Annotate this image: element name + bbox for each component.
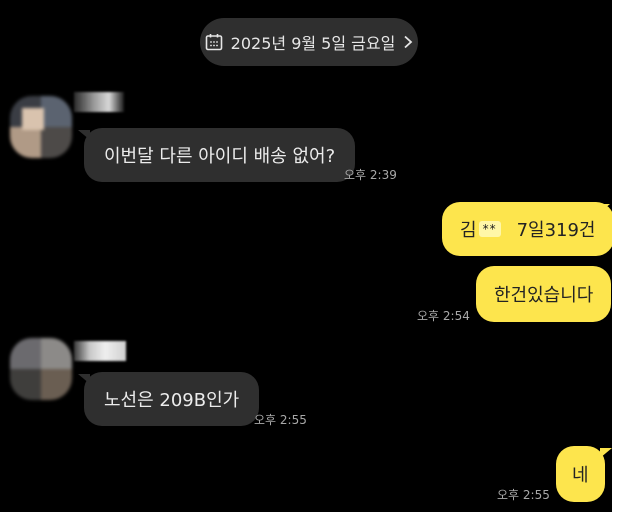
date-divider-label: 2025년 9월 5일 금요일	[230, 34, 396, 53]
outgoing-message-bubble[interactable]: 한건있습니다	[476, 266, 612, 322]
chevron-right-icon	[404, 35, 413, 49]
incoming-message-bubble[interactable]: 이번달 다른 아이디 배송 없어?	[84, 128, 356, 182]
message-text: 이번달 다른 아이디 배송 없어?	[104, 146, 336, 167]
calendar-icon	[205, 34, 222, 51]
avatar[interactable]	[10, 96, 72, 158]
message-text: 한건있습니다	[494, 285, 594, 306]
message-text: 네	[572, 465, 589, 486]
message-timestamp: 오후 2:55	[254, 413, 307, 427]
message-text-name: 김	[460, 220, 477, 241]
message-timestamp: 오후 2:55	[497, 488, 550, 502]
sender-name-blurred	[74, 341, 126, 361]
chat-screen: 2025년 9월 5일 금요일 이번달 다른 아이디 배송 없어? 오후 2:3…	[0, 0, 612, 512]
outgoing-message-bubble[interactable]: 네	[556, 446, 605, 502]
date-divider-button[interactable]: 2025년 9월 5일 금요일	[200, 18, 418, 66]
outgoing-message-bubble[interactable]: 김 ** 7일319건	[442, 202, 612, 256]
bubble-tail	[598, 204, 610, 214]
incoming-message-bubble[interactable]: 노선은 209B인가	[84, 372, 260, 426]
sender-name-blurred	[74, 92, 124, 112]
message-timestamp: 오후 2:54	[417, 309, 470, 323]
masked-text: **	[478, 221, 501, 237]
message-timestamp: 오후 2:39	[344, 168, 397, 182]
bubble-tail	[600, 448, 612, 458]
avatar[interactable]	[10, 338, 72, 400]
message-text: 7일319건	[516, 220, 596, 241]
message-text: 노선은 209B인가	[104, 390, 240, 411]
